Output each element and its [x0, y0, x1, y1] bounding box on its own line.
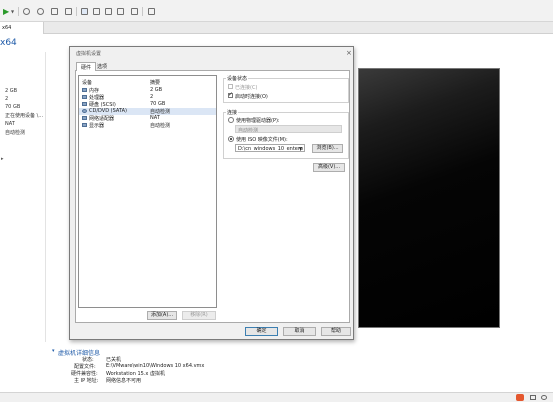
iso-image-label: 使用 ISO 映像文件(M): [236, 137, 288, 143]
device-name: 处理器 [89, 95, 105, 101]
revert-snapshot-icon[interactable] [37, 8, 44, 15]
tab-strip [0, 22, 553, 34]
tray-settings-icon[interactable] [541, 395, 547, 400]
device-summary: 2 [150, 94, 154, 100]
page-title: x64 [0, 38, 17, 48]
iso-path-input[interactable]: D:\cn_windows_10_enterp [235, 144, 305, 152]
physical-drive-label: 使用物理驱动器(P): [236, 118, 280, 124]
device-name: 网络适配器 [89, 116, 115, 122]
device-name: 显示器 [89, 123, 105, 129]
advanced-button[interactable]: 高级(V)... [313, 163, 345, 172]
connection-label: 连接 [226, 109, 239, 116]
spec-cdrom: 正在使用设备 \... [5, 113, 44, 119]
tray-network-icon[interactable] [530, 395, 536, 400]
stretch-icon[interactable] [148, 8, 155, 15]
device-summary: NAT [150, 115, 160, 121]
help-button[interactable]: 帮助 [321, 327, 351, 336]
device-name: 内存 [89, 88, 100, 94]
device-row-cdrom[interactable]: CD/DVD (SATA) 自动检测 [79, 108, 216, 115]
device-row-disk[interactable]: 硬盘 (SCSI) 70 GB [79, 101, 216, 108]
close-icon[interactable]: × [346, 49, 352, 57]
device-summary: 2 GB [150, 87, 163, 93]
iso-image-radio[interactable] [228, 136, 234, 142]
spec-display: 自动检测 [5, 130, 26, 136]
detail-label: 状态: [82, 357, 94, 363]
thumbnail-icon[interactable] [93, 8, 100, 15]
spec-disk: 70 GB [5, 104, 21, 110]
dialog-title: 虚拟机设置 [76, 51, 102, 57]
detail-label: 主 IP 地址: [74, 378, 99, 384]
memory-icon [82, 88, 87, 92]
add-device-button[interactable]: 添加(A)... [147, 311, 177, 320]
display-icon [82, 123, 87, 127]
spec-processors: 2 [5, 96, 9, 102]
tab-vm-label: x64 [2, 25, 12, 31]
column-header-device: 设备 [82, 80, 93, 86]
network-icon [82, 116, 87, 120]
detail-value: 网络信息不可用 [106, 378, 142, 384]
ok-button[interactable]: 确定 [245, 327, 278, 336]
tray-app-icon[interactable] [516, 394, 524, 401]
device-row-network[interactable]: 网络适配器 NAT [79, 115, 216, 122]
status-bar [0, 392, 553, 402]
browse-button[interactable]: 浏览(B)... [312, 144, 343, 153]
physical-drive-radio[interactable] [228, 117, 234, 123]
physical-drive-select[interactable]: 自动检测 [235, 125, 342, 133]
expand-icon[interactable]: ▸ [1, 156, 4, 162]
spec-network: NAT [5, 121, 15, 127]
console-view-icon[interactable] [131, 8, 138, 15]
device-summary-panel: 2 GB 2 70 GB 正在使用设备 \... NAT 自动检测 ▸ [0, 52, 46, 342]
vm-preview-screen[interactable] [358, 68, 500, 328]
snapshot-manager-icon[interactable] [51, 8, 58, 15]
device-row-cpu[interactable]: 处理器 2 [79, 94, 216, 101]
chevron-down-icon[interactable]: ▼ [299, 146, 302, 151]
column-header-summary: 摘要 [150, 80, 161, 86]
device-summary: 70 GB [150, 101, 166, 107]
disk-icon [82, 102, 87, 106]
cpu-icon [82, 95, 87, 99]
detail-value: 已关机 [106, 357, 122, 363]
device-status-label: 设备状态 [226, 75, 249, 82]
details-header[interactable]: 虚拟机详细信息 [58, 348, 100, 357]
vm-details: ▾ 虚拟机详细信息 状态: 已关机 配置文件: E:\VMware\win10\… [48, 343, 553, 393]
device-row-memory[interactable]: 内存 2 GB [79, 87, 216, 94]
full-screen-icon[interactable] [105, 8, 112, 15]
device-name: 硬盘 (SCSI) [89, 102, 116, 108]
detail-value: E:\VMware\win10\Windows 10 x64.vmx [106, 363, 205, 369]
device-name: CD/DVD (SATA) [89, 108, 127, 114]
connected-label: 已连接(C) [235, 85, 258, 91]
collapse-icon[interactable]: ▾ [52, 348, 55, 354]
remove-device-button[interactable]: 移除(R) [182, 311, 216, 320]
spec-memory: 2 GB [5, 88, 18, 94]
take-snapshot-icon[interactable] [65, 8, 72, 15]
snapshot-icon[interactable] [23, 8, 30, 15]
vm-settings-dialog: 虚拟机设置 × 硬件 选项 设备 摘要 内存 2 GB 处理器 2 硬盘 (SC… [69, 46, 354, 340]
cd-icon [82, 109, 87, 113]
toolbar: ▶ ▼ [0, 0, 553, 22]
detail-label: 配置文件: [74, 364, 96, 370]
tab-options[interactable]: 选项 [93, 62, 111, 71]
library-icon[interactable] [81, 8, 88, 15]
device-summary: 自动检测 [150, 109, 171, 115]
connect-on-power-label: 启动时连接(O) [235, 94, 268, 100]
device-list[interactable]: 设备 摘要 内存 2 GB 处理器 2 硬盘 (SCSI) 70 GB CD/D… [78, 75, 217, 308]
unity-icon[interactable] [117, 8, 124, 15]
device-summary: 自动检测 [150, 123, 171, 129]
device-row-display[interactable]: 显示器 自动检测 [79, 122, 216, 129]
power-dropdown-icon[interactable]: ▼ [11, 9, 14, 14]
detail-value: Workstation 15.x 虚拟机 [106, 371, 165, 377]
power-on-icon[interactable]: ▶ [3, 7, 9, 16]
connected-checkbox[interactable] [228, 84, 233, 89]
cancel-button[interactable]: 取消 [283, 327, 316, 336]
tab-vm[interactable]: x64 [0, 22, 44, 34]
checkmark-icon: ✓ [228, 91, 234, 98]
detail-label: 硬件兼容性: [71, 371, 98, 377]
